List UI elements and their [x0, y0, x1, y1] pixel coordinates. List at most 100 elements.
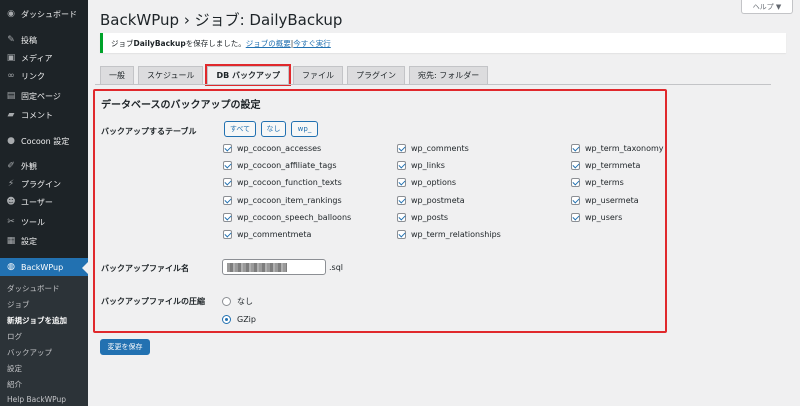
media-icon: ▣ — [6, 53, 16, 63]
table-checkbox-wp-posts[interactable]: wp_posts — [397, 211, 448, 223]
filename-suffix: .sql — [329, 263, 344, 272]
checkbox-checked[interactable] — [397, 160, 406, 170]
sidebar-item-users[interactable]: ☻ ユーザー — [0, 193, 88, 211]
backwpup-submenu: ダッシュボード ジョブ 新規ジョブを追加 ログ バックアップ 設定 紹介 Hel… — [0, 276, 88, 406]
checkbox-checked[interactable] — [223, 212, 232, 222]
submenu-about[interactable]: 紹介 — [7, 379, 22, 390]
sidebar-item-pages[interactable]: ▤ 固定ページ — [0, 87, 88, 105]
notice-prefix: ジョブ — [111, 38, 134, 48]
success-notice: ジョブ DailyBackup を保存しました。 ジョブの概要 | 今すぐ実行 — [100, 33, 786, 53]
sidebar-item-links[interactable]: ∞ リンク — [0, 67, 88, 85]
tab-schedule[interactable]: スケジュール — [138, 66, 204, 84]
table-checkbox-wp-usermeta[interactable]: wp_usermeta — [571, 194, 639, 206]
submenu-backups[interactable]: バックアップ — [7, 347, 52, 358]
submenu-dashboard[interactable]: ダッシュボード — [7, 283, 60, 294]
sidebar-item-appearance[interactable]: ✐ 外観 — [0, 157, 88, 175]
save-changes-button[interactable]: 変更を保存 — [100, 339, 150, 355]
radio-button[interactable] — [222, 296, 231, 306]
submenu-add-job[interactable]: 新規ジョブを追加 — [7, 315, 67, 326]
table-checkbox-wp-terms[interactable]: wp_terms — [571, 176, 624, 188]
table-checkbox-wp-users[interactable]: wp_users — [571, 211, 622, 223]
section-title: データベースのバックアップの設定 — [101, 100, 261, 111]
table-checkbox-wp-term-relationships[interactable]: wp_term_relationships — [397, 228, 501, 240]
checkbox-checked[interactable] — [571, 195, 580, 205]
sidebar-item-backwpup[interactable]: ◍ BackWPup — [0, 258, 88, 276]
job-tabs: 一般 スケジュール DB バックアップ ファイル プラグイン 宛先: フォルダー — [100, 64, 492, 86]
current-menu-arrow — [82, 262, 88, 274]
filename-input[interactable] — [222, 259, 326, 275]
submenu-help[interactable]: Help BackWPup — [7, 395, 66, 404]
select-wp-prefix-button[interactable]: wp_ — [291, 121, 318, 137]
sidebar-item-dashboard[interactable]: ◉ ダッシュボード — [0, 5, 88, 23]
filename-label: バックアップファイル名 — [101, 264, 189, 273]
sidebar-item-posts[interactable]: ✎ 投稿 — [0, 31, 88, 49]
table-checkbox-wp-cocoon-speech-balloons[interactable]: wp_cocoon_speech_balloons — [223, 211, 351, 223]
plugin-icon: ⚡ — [7, 179, 15, 189]
link-icon: ∞ — [7, 71, 15, 81]
tabs-divider — [95, 84, 771, 85]
select-all-button[interactable]: すべて — [224, 121, 256, 137]
tab-db-backup[interactable]: DB バックアップ — [205, 64, 291, 86]
tab-destination-folder[interactable]: 宛先: フォルダー — [408, 66, 489, 84]
checkbox-checked[interactable] — [397, 177, 406, 187]
sidebar-item-cocoon[interactable]: ● Cocoon 設定 — [0, 132, 88, 150]
submenu-logs[interactable]: ログ — [7, 331, 22, 342]
checkbox-checked[interactable] — [397, 195, 406, 205]
page-icon: ▤ — [6, 91, 16, 101]
submenu-settings[interactable]: 設定 — [7, 363, 22, 374]
sidebar-item-tools[interactable]: ✂ ツール — [0, 213, 88, 231]
checkbox-checked[interactable] — [571, 160, 580, 170]
compression-option-gzip[interactable]: GZip — [222, 313, 256, 325]
table-checkbox-wp-postmeta[interactable]: wp_postmeta — [397, 194, 465, 206]
submenu-jobs[interactable]: ジョブ — [7, 299, 30, 310]
run-now-link[interactable]: 今すぐ実行 — [293, 38, 331, 49]
checkbox-checked[interactable] — [223, 177, 232, 187]
table-checkbox-wp-cocoon-affiliate-tags[interactable]: wp_cocoon_affiliate_tags — [223, 159, 337, 171]
checkbox-checked[interactable] — [571, 212, 580, 222]
checkbox-checked[interactable] — [571, 177, 580, 187]
table-checkbox-wp-cocoon-function-texts[interactable]: wp_cocoon_function_texts — [223, 176, 342, 188]
tab-plugins[interactable]: プラグイン — [346, 66, 405, 84]
notice-job-name: DailyBackup — [133, 38, 186, 48]
settings-icon: ▦ — [6, 236, 16, 246]
sidebar-item-comments[interactable]: ▰ コメント — [0, 106, 88, 124]
checkbox-checked[interactable] — [397, 143, 406, 153]
tool-icon: ✂ — [7, 217, 15, 227]
tab-files[interactable]: ファイル — [292, 66, 343, 84]
checkbox-checked[interactable] — [397, 212, 406, 222]
dashboard-icon: ◉ — [7, 9, 15, 19]
table-checkbox-wp-termmeta[interactable]: wp_termmeta — [571, 159, 640, 171]
checkbox-checked[interactable] — [397, 229, 406, 239]
checkbox-checked[interactable] — [223, 229, 232, 239]
checkbox-checked[interactable] — [223, 143, 232, 153]
table-checkbox-wp-cocoon-accesses[interactable]: wp_cocoon_accesses — [223, 142, 321, 154]
help-button[interactable]: ヘルプ ▼ — [741, 0, 793, 14]
sidebar-item-plugins[interactable]: ⚡ プラグイン — [0, 175, 88, 193]
table-checkbox-wp-term-taxonomy[interactable]: wp_term_taxonomy — [571, 142, 664, 154]
sidebar-item-media[interactable]: ▣ メディア — [0, 49, 88, 67]
comment-icon: ▰ — [7, 110, 15, 120]
radio-button-selected[interactable] — [222, 314, 231, 324]
admin-sidebar: ◉ ダッシュボード ✎ 投稿 ▣ メディア ∞ リンク ▤ 固定ページ ▰ コメ… — [0, 0, 88, 406]
checkbox-checked[interactable] — [223, 195, 232, 205]
table-checkbox-wp-comments[interactable]: wp_comments — [397, 142, 469, 154]
job-overview-link[interactable]: ジョブの概要 — [246, 38, 291, 49]
notice-middle: を保存しました。 — [185, 38, 246, 48]
table-checkbox-wp-commentmeta[interactable]: wp_commentmeta — [223, 228, 311, 240]
pin-icon: ✎ — [7, 35, 15, 45]
compression-label: バックアップファイルの圧縮 — [101, 297, 205, 306]
backwpup-icon: ◍ — [7, 262, 15, 272]
blurred-filename — [227, 263, 287, 272]
table-checkbox-wp-links[interactable]: wp_links — [397, 159, 445, 171]
cocoon-icon: ● — [7, 136, 15, 146]
checkbox-checked[interactable] — [223, 160, 232, 170]
tables-label: バックアップするテーブル — [101, 127, 197, 136]
tab-general[interactable]: 一般 — [100, 66, 134, 84]
checkbox-checked[interactable] — [571, 143, 580, 153]
select-none-button[interactable]: なし — [261, 121, 286, 137]
compression-option-none[interactable]: なし — [222, 295, 253, 307]
table-checkbox-wp-cocoon-item-rankings[interactable]: wp_cocoon_item_rankings — [223, 194, 342, 206]
sidebar-item-settings[interactable]: ▦ 設定 — [0, 232, 88, 250]
page-title: BackWPup › ジョブ: DailyBackup — [100, 11, 343, 29]
table-checkbox-wp-options[interactable]: wp_options — [397, 176, 456, 188]
